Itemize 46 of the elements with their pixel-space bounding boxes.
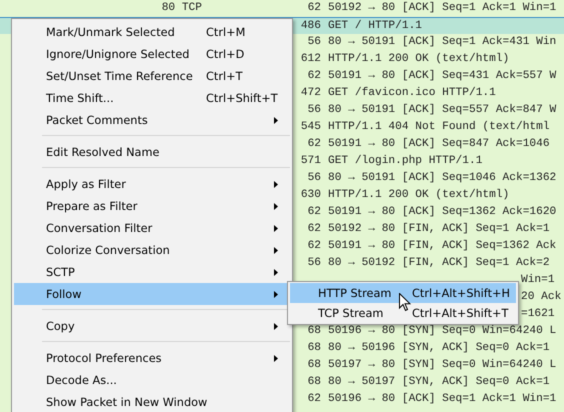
table-cell: GET /login.php HTTP/1.1 [328, 155, 482, 167]
table-cell: 630 [300, 189, 321, 201]
table-cell: HTTP/1.1 404 Not Found (text/html [328, 121, 550, 133]
table-cell: 62 [308, 223, 321, 235]
table-cell: =1621 [521, 308, 555, 320]
table-cell: 62 [308, 70, 321, 82]
table-cell: 80 → 50191 [ACK] Seq=557 Ack=847 W [328, 104, 556, 116]
table-cell: 571 [300, 155, 321, 167]
table-cell: 56 [308, 36, 321, 48]
table-cell: 62 [308, 240, 321, 252]
table-cell: 50196 → 80 [ACK] Seq=1 Ack=1 Win=1 [328, 393, 556, 405]
table-cell: 80 → 50197 [SYN, ACK] Seq=0 Ack=1 [328, 376, 550, 388]
table-cell: 80 → 50191 [ACK] Seq=1046 Ack=1362 [328, 172, 556, 184]
table-cell: 545 [300, 121, 321, 133]
table-cell: 56 [308, 257, 321, 269]
table-cell: Win=1 [521, 274, 555, 286]
table-cell: 80 → 50192 [FIN, ACK] Seq=1 Ack=2 [328, 257, 550, 269]
table-cell: 80 TCP [162, 2, 202, 14]
table-cell: 80 → 50191 [ACK] Seq=1 Ack=431 Win [328, 36, 556, 48]
table-cell: 80 → 50196 [SYN, ACK] Seq=0 Ack=1 [328, 342, 550, 354]
table-cell: 68 [308, 325, 321, 337]
table-cell: 20 Ack [521, 291, 562, 303]
table-cell: 62 [308, 2, 321, 14]
table-cell: 50191 → 80 [ACK] Seq=431 Ack=557 W [328, 70, 556, 82]
table-cell: GET / HTTP/1.1 [328, 20, 422, 32]
table-cell: 68 [308, 342, 321, 354]
table-cell: 486 [300, 20, 321, 32]
table-cell: HTTP/1.1 200 OK (text/html) [328, 53, 510, 65]
table-cell: 62 [308, 206, 321, 218]
table-cell: 50191 → 80 [FIN, ACK] Seq=1362 Ack [328, 240, 556, 252]
table-cell: 472 [300, 87, 321, 99]
table-cell: 56 [308, 104, 321, 116]
table-cell: 50192 → 80 [FIN, ACK] Seq=1 Ack=1 [328, 223, 550, 235]
table-cell: GET /favicon.ico HTTP/1.1 [328, 87, 496, 99]
table-cell: 50191 → 80 [ACK] Seq=847 Ack=1046 [328, 138, 550, 150]
table-cell: 50191 → 80 [ACK] Seq=1362 Ack=1620 [328, 206, 556, 218]
table-cell: 56 [308, 172, 321, 184]
table-cell: 50197 → 80 [SYN] Seq=0 Win=64240 L [328, 359, 556, 371]
table-cell: 50196 → 80 [SYN] Seq=0 Win=64240 L [328, 325, 556, 337]
table-cell: 62 [308, 138, 321, 150]
table-cell: 62 [308, 393, 321, 405]
table-cell: HTTP/1.1 200 OK (text/html) [328, 189, 510, 201]
table-cell: 612 [300, 53, 321, 65]
table-cell: 50192 → 80 [ACK] Seq=1 Ack=1 Win=1 [328, 2, 556, 14]
table-cell: 68 [308, 376, 321, 388]
table-cell: 68 [308, 359, 321, 371]
